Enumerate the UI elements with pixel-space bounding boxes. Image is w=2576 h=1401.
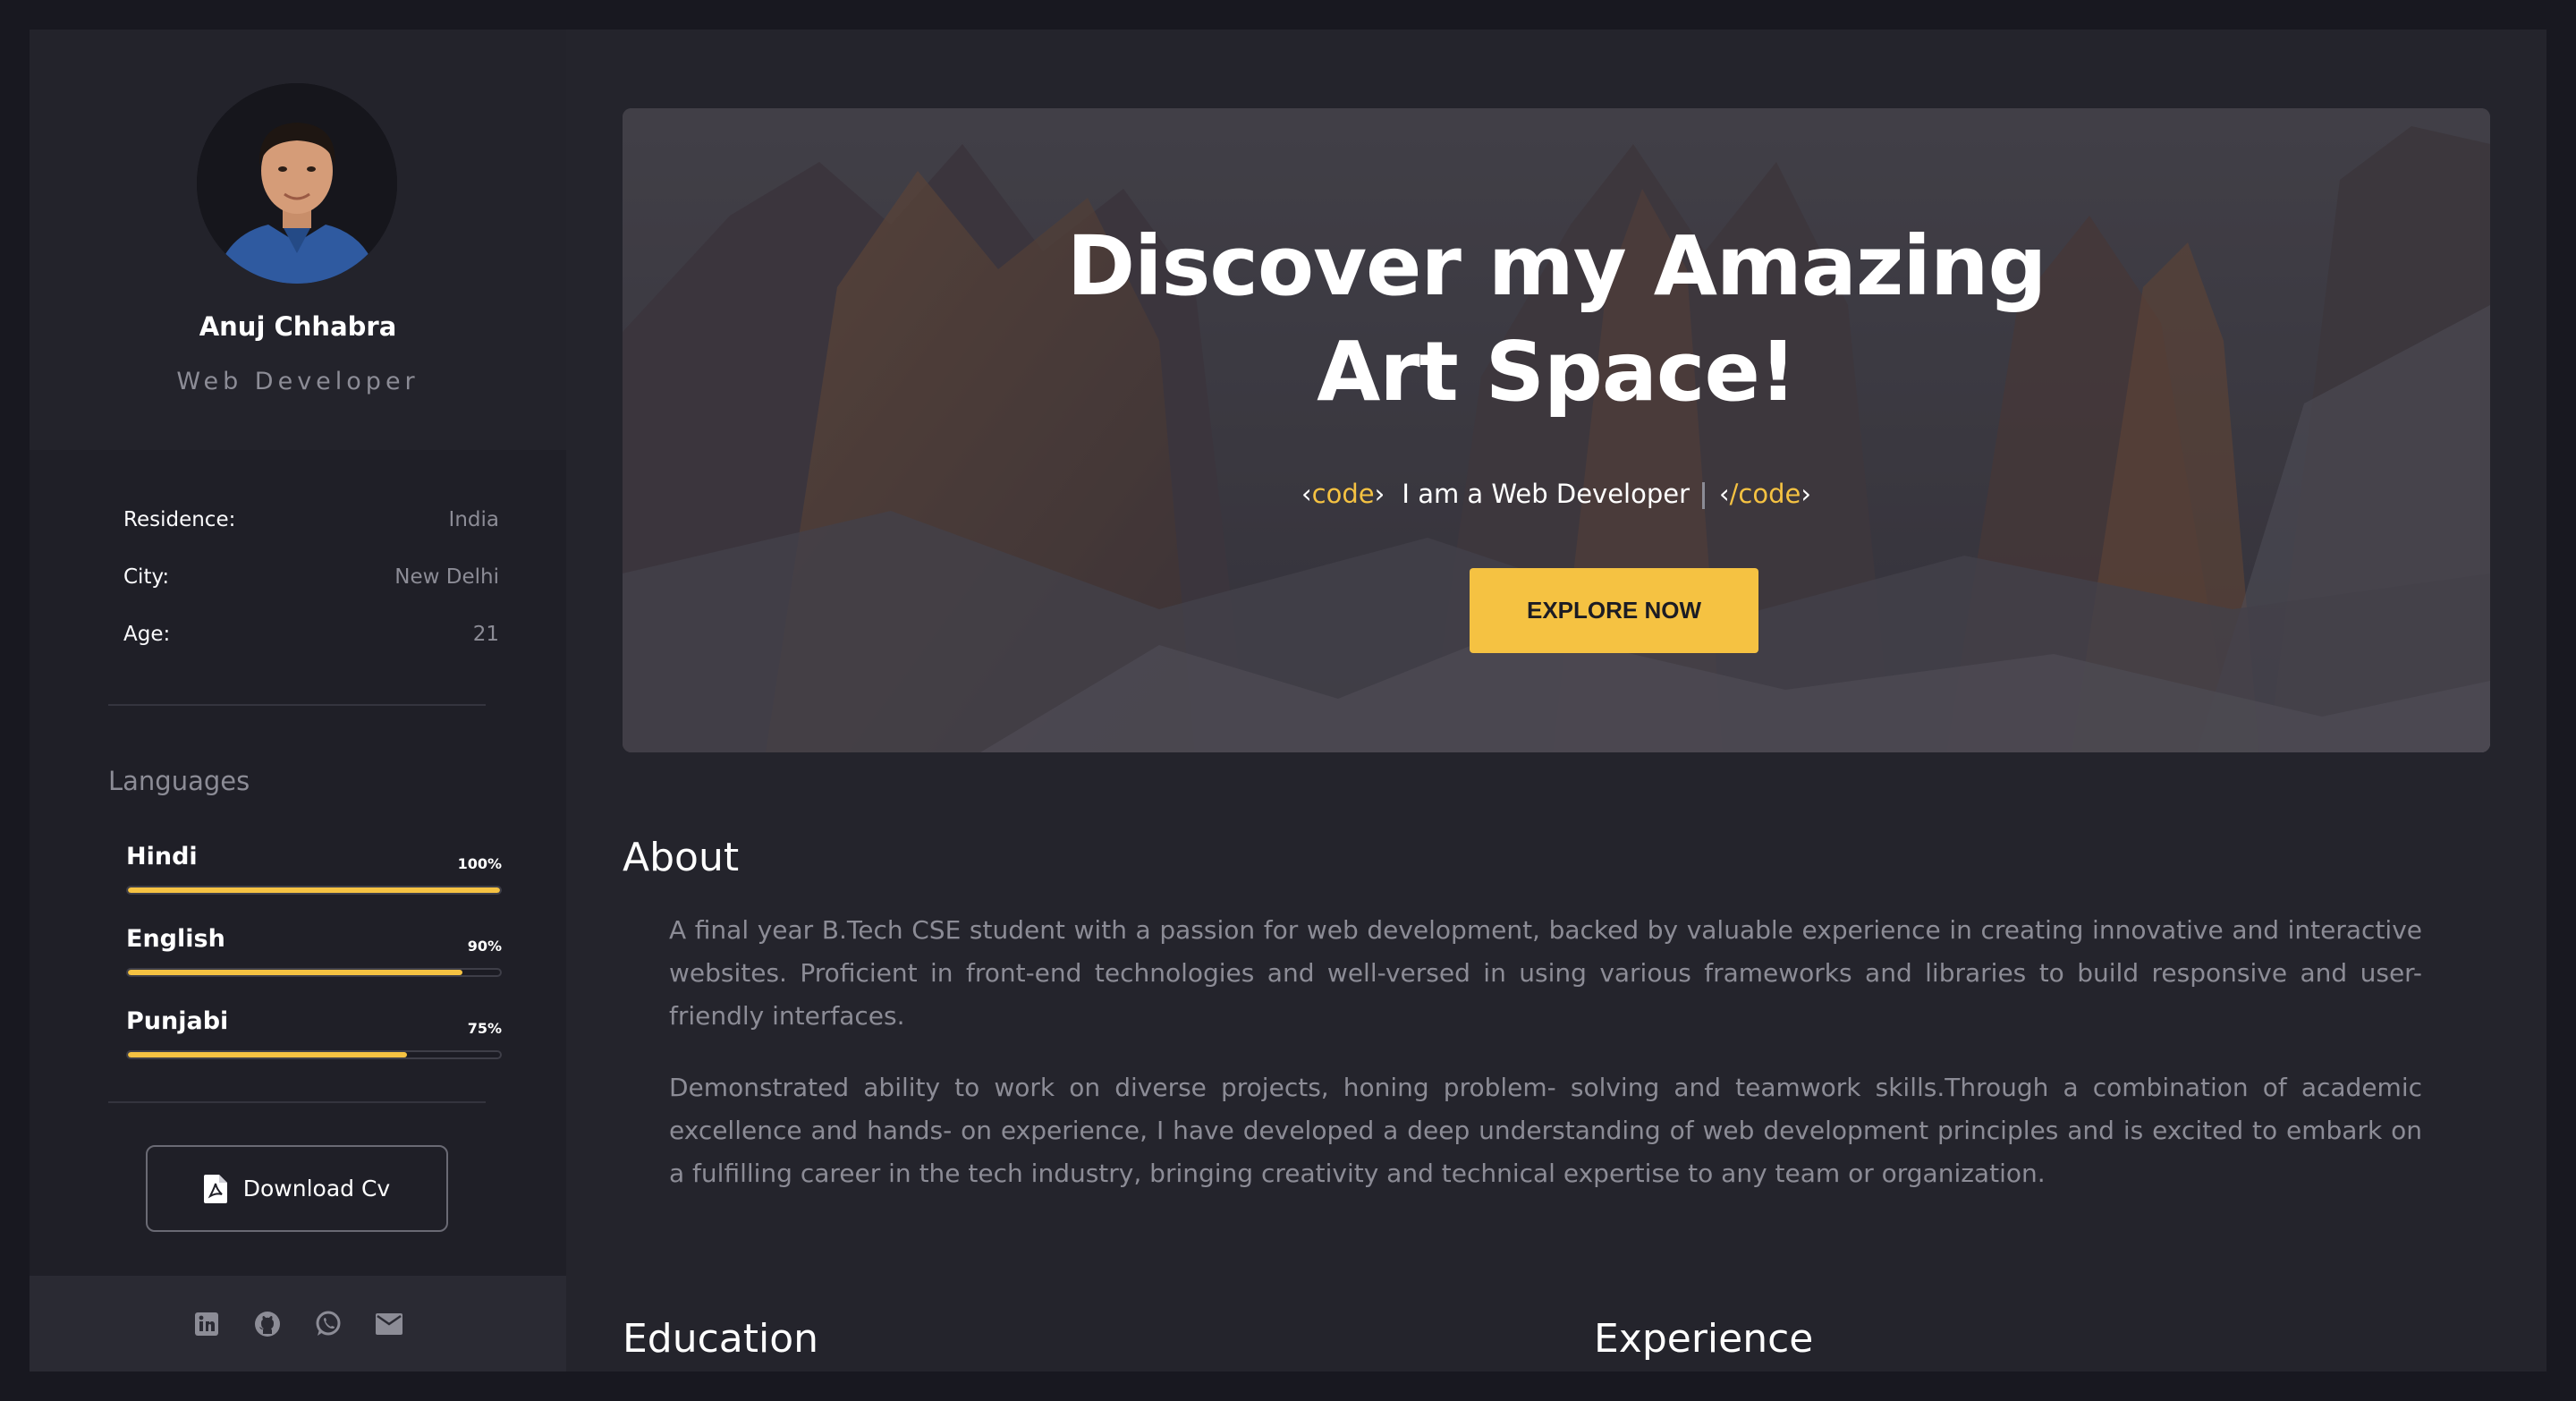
code-open-bracket-close: ›: [1374, 479, 1385, 509]
languages-title: Languages: [108, 766, 250, 796]
sidebar: Anuj Chhabra Web Developer Residence: In…: [30, 30, 566, 1371]
info-row-city: City: New Delhi: [123, 565, 499, 623]
language-progress-track: [126, 968, 502, 977]
social-links: [30, 1276, 566, 1371]
mail-icon[interactable]: [374, 1309, 404, 1339]
language-progress-fill: [128, 1052, 407, 1057]
language-name: English: [126, 925, 225, 953]
code-close-bracket: ‹: [1719, 479, 1730, 509]
hero-title-line1: Discover my Amazing: [1066, 218, 2047, 314]
hero-title: Discover my Amazing Art Space!: [623, 214, 2490, 425]
profile-card: Anuj Chhabra Web Developer: [30, 30, 566, 450]
pdf-file-icon: [203, 1174, 227, 1203]
divider: [108, 704, 486, 706]
avatar: [197, 83, 397, 284]
download-cv-button[interactable]: Download Cv: [146, 1145, 448, 1232]
language-hindi: Hindi 100%: [126, 843, 502, 896]
language-progress-fill: [128, 887, 500, 893]
info-label: Residence:: [123, 508, 236, 531]
main-content: Discover my Amazing Art Space! ‹code› I …: [566, 30, 2546, 1371]
language-progress-track: [126, 1050, 502, 1059]
personal-info: Residence: India City: New Delhi Age: 21: [123, 508, 499, 680]
code-close-bracket-close: ›: [1801, 479, 1811, 509]
avatar-portrait: [197, 83, 397, 284]
language-english: English 90%: [126, 925, 502, 979]
language-name: Hindi: [126, 843, 198, 870]
typing-cursor: [1702, 482, 1706, 509]
language-percent: 75%: [467, 1020, 502, 1037]
download-cv-label: Download Cv: [242, 1176, 391, 1201]
app-frame: Anuj Chhabra Web Developer Residence: In…: [30, 30, 2546, 1371]
profile-name: Anuj Chhabra: [199, 311, 397, 342]
whatsapp-icon[interactable]: [313, 1309, 343, 1339]
about-title: About: [623, 835, 740, 880]
language-punjabi: Punjabi 75%: [126, 1007, 502, 1061]
info-value: 21: [472, 623, 499, 646]
about-paragraph-1: A final year B.Tech CSE student with a p…: [669, 915, 2422, 1031]
hero-banner: Discover my Amazing Art Space! ‹code› I …: [623, 108, 2490, 752]
education-title: Education: [623, 1316, 819, 1362]
language-progress-fill: [128, 970, 463, 975]
divider: [108, 1101, 486, 1103]
explore-now-button[interactable]: EXPLORE NOW: [1470, 568, 1758, 653]
linkedin-icon[interactable]: [191, 1309, 222, 1339]
info-value: New Delhi: [394, 565, 499, 589]
info-value: India: [448, 508, 499, 531]
experience-title: Experience: [1594, 1316, 1814, 1362]
language-progress-track: [126, 886, 502, 895]
info-row-age: Age: 21: [123, 623, 499, 680]
info-label: Age:: [123, 623, 171, 646]
typed-text: I am a Web Developer: [1402, 479, 1690, 509]
language-percent: 90%: [467, 938, 502, 955]
info-row-residence: Residence: India: [123, 508, 499, 565]
about-paragraph-2: Demonstrated ability to work on diverse …: [669, 1073, 2422, 1188]
code-open-tag: code: [1311, 479, 1375, 509]
hero-title-line2: Art Space!: [1317, 324, 1797, 420]
github-icon[interactable]: [252, 1309, 283, 1339]
hero-subtitle: ‹code› I am a Web Developer ‹/code›: [623, 479, 2490, 509]
info-label: City:: [123, 565, 170, 589]
profile-role: Web Developer: [176, 368, 419, 395]
code-close-tag: /code: [1729, 479, 1801, 509]
language-percent: 100%: [457, 855, 502, 872]
language-name: Punjabi: [126, 1007, 229, 1035]
code-open-bracket: ‹: [1301, 479, 1312, 509]
mountain-background: [623, 108, 2490, 752]
